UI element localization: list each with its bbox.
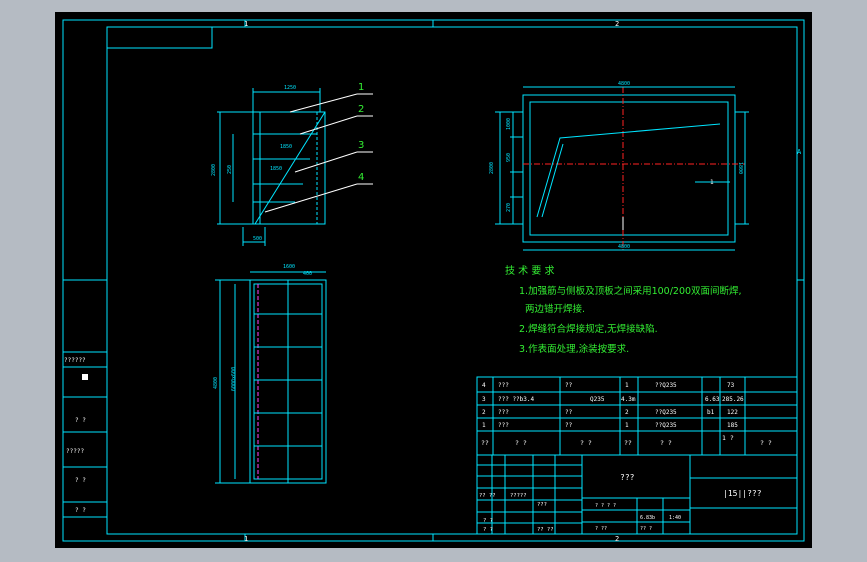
callout-2: 2 (358, 104, 364, 115)
plan-left-dim-2: 6000x600 (231, 367, 237, 391)
leader-2 (299, 115, 358, 135)
svg-text:? ?: ? ? (760, 439, 772, 447)
svg-text:1: 1 (482, 422, 486, 429)
cad-viewport[interactable]: 1 2 1 2 A 1250 2800 250 500 1850 1850 1 … (55, 12, 812, 548)
tb-small: ?? ? (640, 526, 652, 532)
leader-4 (264, 183, 358, 213)
svg-text:122: 122 (727, 409, 738, 416)
callout-3: 3 (358, 140, 364, 151)
front-left-dim-2: 1000 (506, 118, 512, 130)
front-right-dim: 1800 (737, 162, 743, 174)
front-left-dim: 2800 (489, 162, 495, 174)
notes-line-4: 3.作表面处理,涂装按要求. (519, 343, 629, 355)
leader-1 (289, 93, 358, 113)
svg-text:??Q235: ??Q235 (655, 409, 677, 416)
svg-text:??: ?? (565, 422, 573, 429)
title-block-name: ??? (620, 473, 635, 482)
svg-text:??: ?? (565, 409, 573, 416)
svg-text:73: 73 (727, 382, 735, 389)
tb-cell: ? ? (483, 518, 493, 524)
tb-small: 6.83b (640, 515, 655, 521)
side-bottom-dim: 500 (253, 236, 262, 242)
zone-mark-bottom-2: 2 (615, 535, 619, 543)
side-top-dim: 1250 (284, 85, 296, 91)
side-view (217, 88, 373, 246)
zone-mark-top-2: 2 (615, 20, 619, 28)
bom-row-3: 3 ??? ??b3.4 Q235 4.3m 6.63 285.26 (482, 396, 744, 403)
svg-text:185: 185 (727, 422, 738, 429)
tb-small: 1:40 (669, 515, 681, 521)
left-strip-1: ? ? (75, 417, 86, 424)
svg-text:b1: b1 (707, 409, 715, 416)
zone-mark-side: A (797, 148, 802, 156)
side-left-dim: 2800 (211, 164, 217, 176)
bom-row-1: 1 ??? ?? 1 ??Q235 185 (482, 422, 738, 429)
tb-small: ? ?? (595, 526, 607, 532)
front-view (495, 86, 749, 251)
notes-line-1: 1.加强筋与侧板及顶板之间采用100/200双面间断焊, (519, 285, 742, 297)
front-left-dim-3: 950 (506, 153, 512, 162)
front-bottom-dim: 4800 (618, 244, 630, 250)
front-mark: 1 (710, 179, 714, 186)
svg-text:Q235: Q235 (590, 396, 605, 403)
front-top-dim: 4800 (618, 81, 630, 87)
svg-text:??: ?? (565, 382, 573, 389)
svg-text:??Q235: ??Q235 (655, 382, 677, 389)
svg-text:? ?: ? ? (515, 439, 527, 447)
notes-title: 技 术 要 求 (505, 264, 555, 277)
inner-frame (106, 26, 798, 535)
callout-4: 4 (358, 172, 364, 183)
bom-header: ?? ? ? ? ? ?? ? ? 1 ? ? ? (481, 434, 772, 447)
plan-top-dim-2: 400 (303, 271, 312, 277)
svg-text:??? ??b3.4: ??? ??b3.4 (498, 396, 535, 403)
side-inner-dim-1: 1850 (280, 144, 292, 150)
svg-text:??: ?? (481, 439, 489, 447)
svg-text:???: ??? (498, 422, 509, 429)
svg-text:1: 1 (625, 422, 629, 429)
strip-marker (82, 374, 88, 380)
tb-cell: ??? (537, 502, 547, 508)
svg-text:? ?: ? ? (660, 439, 672, 447)
side-left-dim-2: 250 (227, 165, 233, 174)
title-block-drawing-no: |15||??? (723, 489, 762, 498)
svg-text:???: ??? (498, 409, 509, 416)
bom-row-4: 4 ??? ?? 1 ??Q235 73 (482, 382, 735, 389)
left-strip-0: ?????? (64, 357, 86, 364)
svg-text:4.3m: 4.3m (621, 396, 636, 403)
tb-cell: ?? ?? (537, 527, 554, 533)
notes-line-3: 2.焊缝符合焊接规定,无焊接缺陷. (519, 323, 658, 335)
plan-left-dim: 4800 (213, 377, 219, 389)
front-left-dim-4: 270 (506, 203, 512, 212)
outer-frame (62, 19, 805, 542)
svg-text:???: ??? (498, 382, 509, 389)
svg-text:285.26: 285.26 (722, 396, 744, 403)
side-inner-dim-2: 1850 (270, 166, 282, 172)
left-strip-4: ? ? (75, 507, 86, 514)
svg-text:6.63: 6.63 (705, 396, 720, 403)
tb-small: ? ? ? ? (595, 503, 616, 509)
svg-text:4: 4 (482, 382, 486, 389)
svg-text:? ?: ? ? (580, 439, 592, 447)
svg-text:??: ?? (624, 439, 632, 447)
bom-row-2: 2 ??? ?? 2 ??Q235 b1 122 (482, 409, 738, 416)
svg-text:??Q235: ??Q235 (655, 422, 677, 429)
svg-text:1 ?: 1 ? (722, 434, 734, 442)
leader-3 (294, 151, 358, 173)
tb-cell: ?? ?? (479, 493, 496, 499)
zone-mark-top-1: 1 (244, 20, 248, 28)
cad-drawing: 1 2 1 2 A 1250 2800 250 500 1850 1850 1 … (62, 19, 805, 543)
left-strip-3: ? ? (75, 477, 86, 484)
plan-top-dim: 1600 (283, 264, 295, 270)
tb-cell: ? ? (483, 527, 493, 533)
notes-line-2: 两边错开焊接. (525, 303, 585, 315)
zone-mark-bottom-1: 1 (244, 535, 248, 543)
tb-cell: ????? (510, 493, 527, 499)
left-strip-2: ????? (66, 448, 84, 455)
svg-text:2: 2 (482, 409, 486, 416)
svg-text:3: 3 (482, 396, 486, 403)
callout-1: 1 (358, 82, 364, 93)
corner-box (107, 27, 213, 49)
svg-text:1: 1 (625, 382, 629, 389)
svg-text:2: 2 (625, 409, 629, 416)
